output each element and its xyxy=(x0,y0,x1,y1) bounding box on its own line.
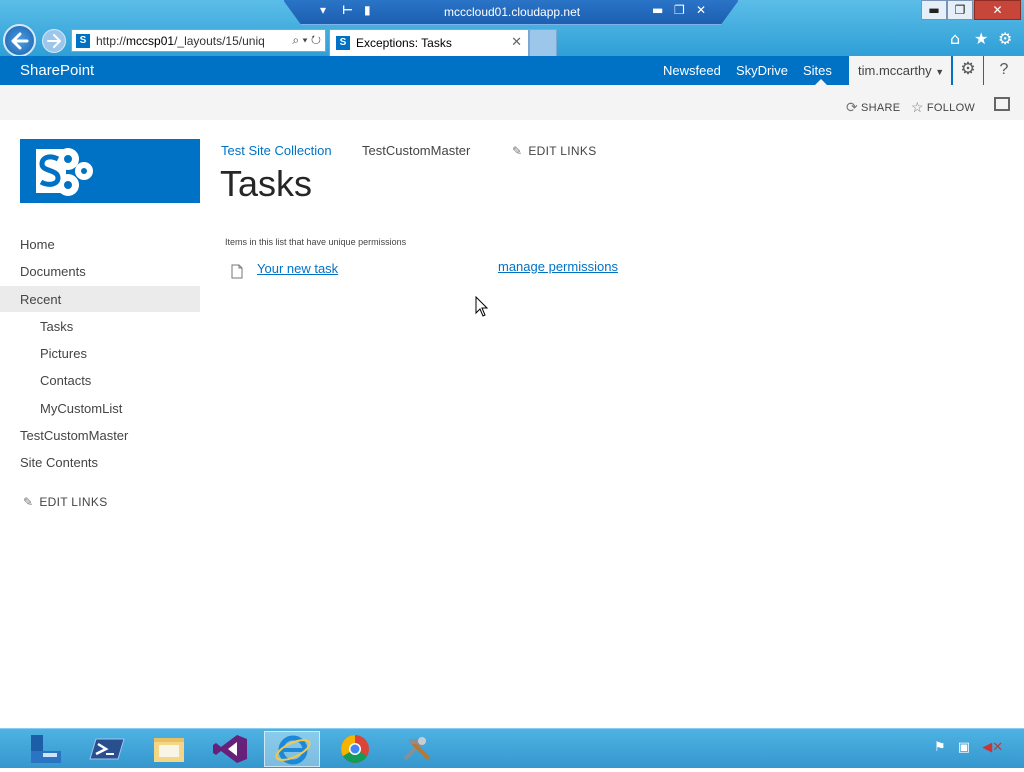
browser-chrome: ▾ ⊢ ▮ mcccloud01.cloudapp.net ▬ ❐ ✕ ▬ ❐ … xyxy=(0,0,1024,57)
home-icon[interactable]: ⌂ xyxy=(950,29,960,48)
follow-button[interactable]: ☆ FOLLOW xyxy=(911,98,975,115)
pencil-icon: ✎ xyxy=(23,495,34,509)
new-tab-button[interactable] xyxy=(529,29,557,56)
tools-icon xyxy=(403,737,431,761)
rdp-close-icon[interactable]: ✕ xyxy=(696,3,706,17)
taskbar-internet-explorer[interactable] xyxy=(264,731,320,767)
close-button[interactable]: ✕ xyxy=(974,0,1021,20)
quicklaunch-site-contents[interactable]: Site Contents xyxy=(20,455,98,470)
settings-gear-icon[interactable]: ⚙ xyxy=(953,56,983,85)
network-icon[interactable]: ▣ xyxy=(958,740,970,755)
site-logo[interactable] xyxy=(20,139,200,203)
help-button[interactable]: ? xyxy=(984,56,1024,85)
topnav-testcustommaster[interactable]: TestCustomMaster xyxy=(362,143,470,158)
search-icon[interactable]: ⌕ xyxy=(292,33,299,47)
nav-newsfeed[interactable]: Newsfeed xyxy=(663,63,721,78)
address-url[interactable]: http://mccsp01/_layouts/15/uniq xyxy=(96,34,276,48)
quicklaunch-documents[interactable]: Documents xyxy=(20,264,86,279)
volume-muted-icon[interactable]: ◀✕ xyxy=(982,740,1003,755)
server-manager-icon xyxy=(31,735,61,763)
suite-bar: SharePoint Newsfeed SkyDrive Sites tim.m… xyxy=(0,56,1024,85)
quicklaunch-pictures[interactable]: Pictures xyxy=(40,346,87,361)
user-menu[interactable]: tim.mccarthy ▼ xyxy=(849,56,951,85)
address-tools: ⌕ ▾ ↻ xyxy=(292,33,321,48)
action-center-flag-icon[interactable]: ⚑ xyxy=(934,740,946,755)
share-icon: ⟳ xyxy=(846,99,859,115)
tab-close-icon[interactable]: ✕ xyxy=(511,34,522,50)
rdp-menu-icon[interactable]: ▾ xyxy=(320,3,326,17)
mouse-cursor-icon xyxy=(475,296,489,317)
forward-button[interactable] xyxy=(42,29,66,53)
taskbar-chrome[interactable] xyxy=(327,731,383,767)
taskbar-file-explorer[interactable] xyxy=(141,731,197,767)
share-button[interactable]: ⟳ SHARE xyxy=(846,98,900,115)
forward-arrow-icon xyxy=(47,34,61,48)
minimize-button[interactable]: ▬ xyxy=(921,0,947,20)
taskbar-server-manager[interactable] xyxy=(17,731,73,767)
powershell-icon xyxy=(89,738,125,760)
signal-icon: ▮ xyxy=(364,3,371,17)
favorites-star-icon[interactable]: ★ xyxy=(974,29,988,48)
chrome-icon xyxy=(341,735,369,763)
rdp-pin-icon[interactable]: ⊢ xyxy=(342,3,353,17)
follow-star-icon: ☆ xyxy=(911,99,924,115)
chevron-down-icon: ▼ xyxy=(935,67,945,77)
system-tray: ⚑ ▣ ◀✕ xyxy=(934,740,1011,755)
back-arrow-icon xyxy=(11,32,29,50)
rdp-restore-icon[interactable]: ❐ xyxy=(674,3,685,17)
sharepoint-favicon: S xyxy=(336,36,350,50)
taskbar-tools[interactable] xyxy=(389,731,445,767)
nav-skydrive[interactable]: SkyDrive xyxy=(736,63,788,78)
browser-tab[interactable]: S Exceptions: Tasks ✕ xyxy=(329,29,529,56)
manage-permissions-link[interactable]: manage permissions xyxy=(498,259,618,274)
tools-gear-icon[interactable]: ⚙ xyxy=(998,29,1012,48)
nav-sites[interactable]: Sites xyxy=(803,63,832,78)
quicklaunch-tasks[interactable]: Tasks xyxy=(40,319,73,334)
page-title: Tasks xyxy=(220,163,313,204)
folder-icon xyxy=(154,738,184,762)
remote-session-bar: ▾ ⊢ ▮ mcccloud01.cloudapp.net ▬ ❐ ✕ xyxy=(283,0,739,25)
taskbar-visual-studio[interactable] xyxy=(203,731,259,767)
quicklaunch-mycustomlist[interactable]: MyCustomList xyxy=(40,401,122,416)
address-bar[interactable]: S http://mccsp01/_layouts/15/uniq ⌕ ▾ ↻ xyxy=(71,29,326,52)
refresh-icon[interactable]: ↻ xyxy=(311,33,321,47)
quicklaunch-contacts[interactable]: Contacts xyxy=(40,373,91,388)
permissions-note: Items in this list that have unique perm… xyxy=(225,237,407,247)
dropdown-icon[interactable]: ▾ xyxy=(302,33,307,47)
sharepoint-favicon: S xyxy=(76,34,90,48)
browser-tools: ⌂ ★ ⚙ xyxy=(948,29,1020,49)
sharepoint-logo-icon xyxy=(36,148,93,196)
rdp-minimize-icon[interactable]: ▬ xyxy=(652,3,663,17)
quicklaunch-home[interactable]: Home xyxy=(20,237,55,252)
taskbar-powershell[interactable] xyxy=(80,731,136,767)
internet-explorer-icon xyxy=(275,735,311,765)
user-name: tim.mccarthy xyxy=(858,63,932,78)
topnav-edit-links[interactable]: ✎ EDIT LINKS xyxy=(512,144,597,158)
pencil-icon: ✎ xyxy=(512,144,523,158)
sharepoint-brand[interactable]: SharePoint xyxy=(20,62,94,79)
quicklaunch-testcustommaster[interactable]: TestCustomMaster xyxy=(20,428,128,443)
focus-on-content-icon[interactable] xyxy=(994,97,1010,111)
ribbon-bar: ⟳ SHARE ☆ FOLLOW xyxy=(0,85,1024,120)
topnav-test-site-collection[interactable]: Test Site Collection xyxy=(221,143,332,158)
tab-title: Exceptions: Tasks xyxy=(356,36,452,50)
remote-session-title: mcccloud01.cloudapp.net xyxy=(444,5,581,19)
quicklaunch-edit-links[interactable]: ✎ EDIT LINKS xyxy=(23,495,108,509)
back-button[interactable] xyxy=(3,24,36,57)
visual-studio-icon xyxy=(213,735,247,763)
document-icon xyxy=(231,264,243,279)
item-link-your-new-task[interactable]: Your new task xyxy=(257,261,338,276)
quicklaunch-recent[interactable]: Recent xyxy=(20,292,61,307)
maximize-button[interactable]: ❐ xyxy=(947,0,973,20)
taskbar: ⚑ ▣ ◀✕ xyxy=(0,728,1024,768)
